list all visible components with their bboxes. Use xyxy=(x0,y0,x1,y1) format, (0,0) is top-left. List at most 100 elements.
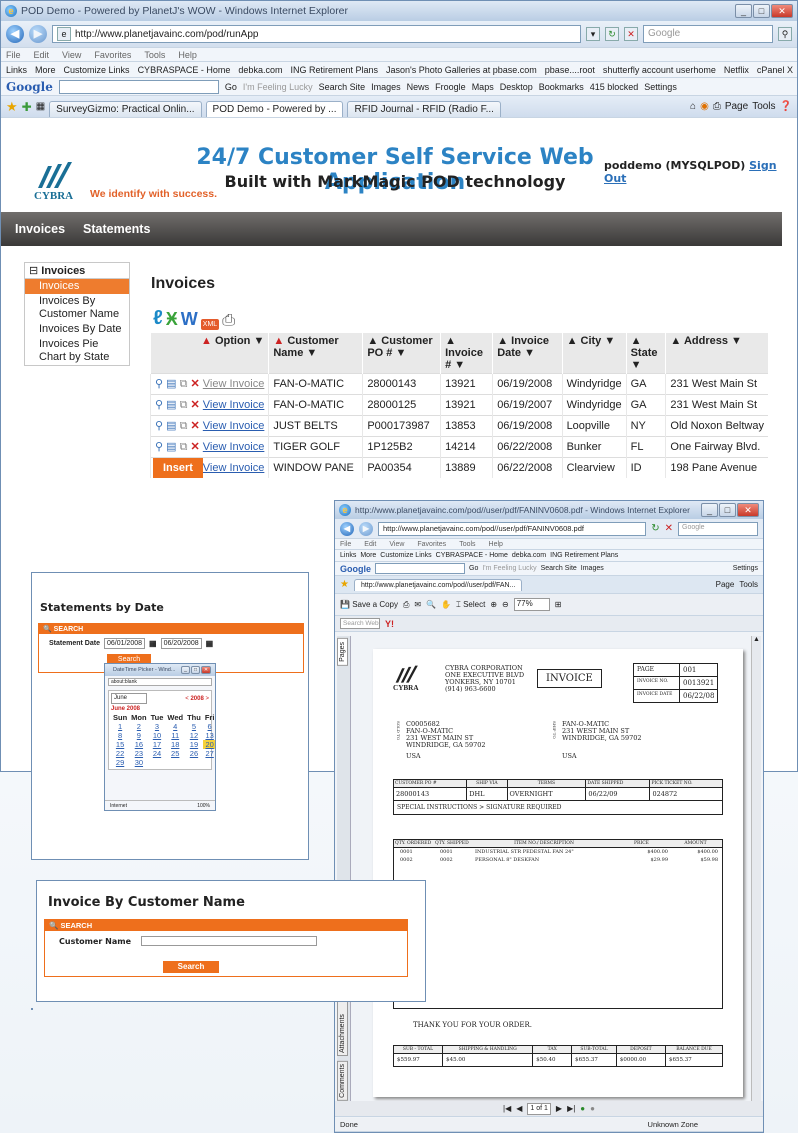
tab-list-icon[interactable]: ▦ xyxy=(36,101,45,112)
add-favorite-icon[interactable]: ✚ xyxy=(22,100,32,114)
details-icon[interactable]: ▤ xyxy=(166,420,176,432)
refresh-icon[interactable]: ↻ xyxy=(651,523,659,534)
save-copy-button[interactable]: 💾 Save a Copy xyxy=(340,600,398,609)
link-jason[interactable]: Jason's Photo Galleries at pbase.com xyxy=(386,65,537,75)
calendar-day[interactable]: 27 xyxy=(203,749,215,758)
calendar-day[interactable]: 10 xyxy=(149,731,166,740)
forward-button[interactable]: ▶ xyxy=(359,521,373,536)
next-view-icon[interactable]: ● xyxy=(590,1104,595,1113)
prev-month-icon[interactable]: < xyxy=(185,696,189,702)
link-netflix[interactable]: Netflix xyxy=(724,65,749,75)
tab-rfid[interactable]: RFID Journal - RFID (Radio F... xyxy=(347,101,501,117)
print-icon[interactable]: ⎙ xyxy=(403,600,409,610)
menu-edit[interactable]: Edit xyxy=(34,50,50,60)
view-invoice-link[interactable]: View Invoice xyxy=(203,399,265,411)
zoom-in-icon[interactable]: ⊕ xyxy=(490,600,497,609)
month-select[interactable]: June xyxy=(111,693,147,704)
scroll-up-icon[interactable]: ▲ xyxy=(752,636,761,643)
prev-view-icon[interactable]: ● xyxy=(580,1104,585,1113)
hand-tool-icon[interactable]: ✋ xyxy=(441,600,451,609)
calendar-day[interactable]: 26 xyxy=(185,749,203,758)
xml-icon[interactable]: XML xyxy=(200,319,220,330)
refresh-icon[interactable]: ↻ xyxy=(605,27,619,41)
last-page-icon[interactable]: ▶| xyxy=(567,1104,575,1113)
zoom-icon[interactable]: ⚲ xyxy=(155,441,163,453)
calendar-day[interactable]: 9 xyxy=(129,731,148,740)
pdf-address-field[interactable]: http://www.planetjavainc.com/pod//user/p… xyxy=(378,521,647,536)
forward-button[interactable]: ▶ xyxy=(29,25,47,43)
customer-name-input[interactable] xyxy=(141,936,317,946)
calendar-day[interactable]: 18 xyxy=(165,740,185,749)
calendar-day[interactable]: 17 xyxy=(149,740,166,749)
nav-statements[interactable]: Statements xyxy=(83,222,150,236)
word-icon[interactable]: W xyxy=(181,309,198,330)
calendar-day[interactable]: 20 xyxy=(202,740,215,749)
delete-icon[interactable]: ✕ xyxy=(191,441,200,453)
calendar-day[interactable]: 11 xyxy=(165,731,185,740)
calendar-day[interactable]: 30 xyxy=(129,758,148,767)
address-field[interactable]: e http://www.planetjavainc.com/pod/runApp xyxy=(52,25,581,43)
google-go[interactable]: Go xyxy=(225,82,237,92)
sidebar-item-by-date[interactable]: Invoices By Date xyxy=(25,322,129,337)
google-search-input[interactable] xyxy=(58,79,219,94)
delete-icon[interactable]: ✕ xyxy=(191,378,200,390)
minimize-button[interactable]: _ xyxy=(735,4,752,18)
minimize-button[interactable]: _ xyxy=(701,503,718,517)
view-invoice-link[interactable]: View Invoice xyxy=(203,378,265,390)
tools-menu[interactable]: Tools xyxy=(752,101,775,112)
find-icon[interactable]: 🔍 xyxy=(426,600,436,609)
details-icon[interactable]: ▤ xyxy=(166,399,176,411)
sidebar-item-by-customer[interactable]: Invoices By Customer Name xyxy=(25,294,129,322)
back-button[interactable]: ◀ xyxy=(340,521,354,536)
search-input[interactable]: Google xyxy=(643,25,773,43)
link-more[interactable]: More xyxy=(35,65,56,75)
page-menu[interactable]: Page xyxy=(725,101,748,112)
customer-search-button[interactable]: Search xyxy=(163,961,219,973)
col-invoice-no[interactable]: ▲ Invoice # ▼ xyxy=(440,333,493,374)
calendar-day[interactable]: 25 xyxy=(165,749,185,758)
calendar-day[interactable]: 24 xyxy=(149,749,166,758)
pdf-scrollbar[interactable]: ▲ xyxy=(751,636,761,1101)
fit-icon[interactable]: ⊞ xyxy=(555,600,562,609)
back-button[interactable]: ◀ xyxy=(6,25,24,43)
view-invoice-link[interactable]: View Invoice xyxy=(203,462,265,474)
zoom-icon[interactable]: ⚲ xyxy=(155,378,163,390)
col-invoice-date[interactable]: ▲ Invoice Date ▼ xyxy=(492,333,563,374)
prev-page-icon[interactable]: ◀ xyxy=(516,1104,522,1113)
nav-invoices[interactable]: Invoices xyxy=(15,222,65,236)
yahoo-icon[interactable]: Y! xyxy=(385,619,394,629)
copy-icon[interactable]: ⧉ xyxy=(180,378,188,390)
col-city[interactable]: ▲ City ▼ xyxy=(561,333,627,374)
link-cpanel[interactable]: cPanel X xyxy=(757,65,793,75)
calendar-day[interactable]: 23 xyxy=(129,749,148,758)
link-cybraspace[interactable]: CYBRASPACE - Home xyxy=(138,65,231,75)
zoom-out-icon[interactable]: ⊖ xyxy=(502,600,509,609)
search-icon[interactable]: ⚲ xyxy=(778,27,792,41)
calendar-day[interactable]: 3 xyxy=(149,722,166,731)
search-icon[interactable]: ℓ xyxy=(153,307,163,330)
feeds-icon[interactable]: ◉ xyxy=(700,101,709,112)
zoom-icon[interactable]: ⚲ xyxy=(155,399,163,411)
page-number[interactable]: 1 of 1 xyxy=(527,1102,551,1115)
excel-icon[interactable]: Ӿ xyxy=(166,309,178,330)
tab-surveygizmo[interactable]: SurveyGizmo: Practical Onlin... xyxy=(49,101,202,117)
from-date-input[interactable]: 06/01/2008 xyxy=(103,638,146,649)
home-icon[interactable]: ⌂ xyxy=(690,101,696,112)
insert-button[interactable]: Insert xyxy=(153,458,203,478)
stop-icon[interactable]: ✕ xyxy=(665,523,673,534)
col-customer-name[interactable]: ▲ Customer Name ▼ xyxy=(268,333,363,374)
sidebar-header[interactable]: ⊟ Invoices xyxy=(25,263,129,279)
menu-tools[interactable]: Tools xyxy=(144,50,165,60)
link-debka[interactable]: debka.com xyxy=(238,65,282,75)
calendar-day[interactable]: 16 xyxy=(129,740,148,749)
search-web-input[interactable]: Search Web xyxy=(340,618,380,629)
menu-help[interactable]: Help xyxy=(178,50,197,60)
calendar-day[interactable]: 13 xyxy=(203,731,215,740)
calendar-day[interactable]: 29 xyxy=(111,758,129,767)
delete-icon[interactable]: ✕ xyxy=(191,399,200,411)
calendar-day[interactable]: 12 xyxy=(185,731,203,740)
maximize-button[interactable]: □ xyxy=(719,503,736,517)
menu-favorites[interactable]: Favorites xyxy=(94,50,131,60)
email-icon[interactable]: ✉ xyxy=(414,600,421,609)
tools-menu[interactable]: Tools xyxy=(739,580,758,589)
